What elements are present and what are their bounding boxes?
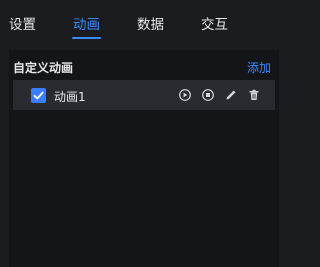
checkmark-icon	[33, 91, 44, 100]
tab-bar: 设置 动画 数据 交互	[0, 0, 279, 46]
tab-settings[interactable]: 设置	[9, 13, 36, 33]
tab-data[interactable]: 数据	[137, 13, 164, 33]
play-icon[interactable]	[178, 88, 192, 102]
animation-row[interactable]: 动画1	[13, 80, 275, 110]
section-title: 自定义动画	[13, 61, 74, 75]
edit-icon[interactable]	[224, 88, 238, 102]
animation-name: 动画1	[54, 90, 86, 104]
delete-icon[interactable]	[247, 88, 261, 102]
animation-content: 自定义动画 添加 动画1	[9, 50, 279, 267]
animation-enabled-checkbox[interactable]	[31, 88, 46, 103]
tab-animation[interactable]: 动画	[73, 13, 100, 33]
add-animation-button[interactable]: 添加	[247, 59, 271, 76]
animation-panel: 设置 动画 数据 交互 自定义动画 添加 动画1	[0, 0, 279, 267]
section-header: 自定义动画 添加	[9, 50, 279, 80]
tab-interaction[interactable]: 交互	[201, 13, 228, 33]
active-tab-indicator	[72, 37, 101, 39]
stop-icon[interactable]	[201, 88, 215, 102]
